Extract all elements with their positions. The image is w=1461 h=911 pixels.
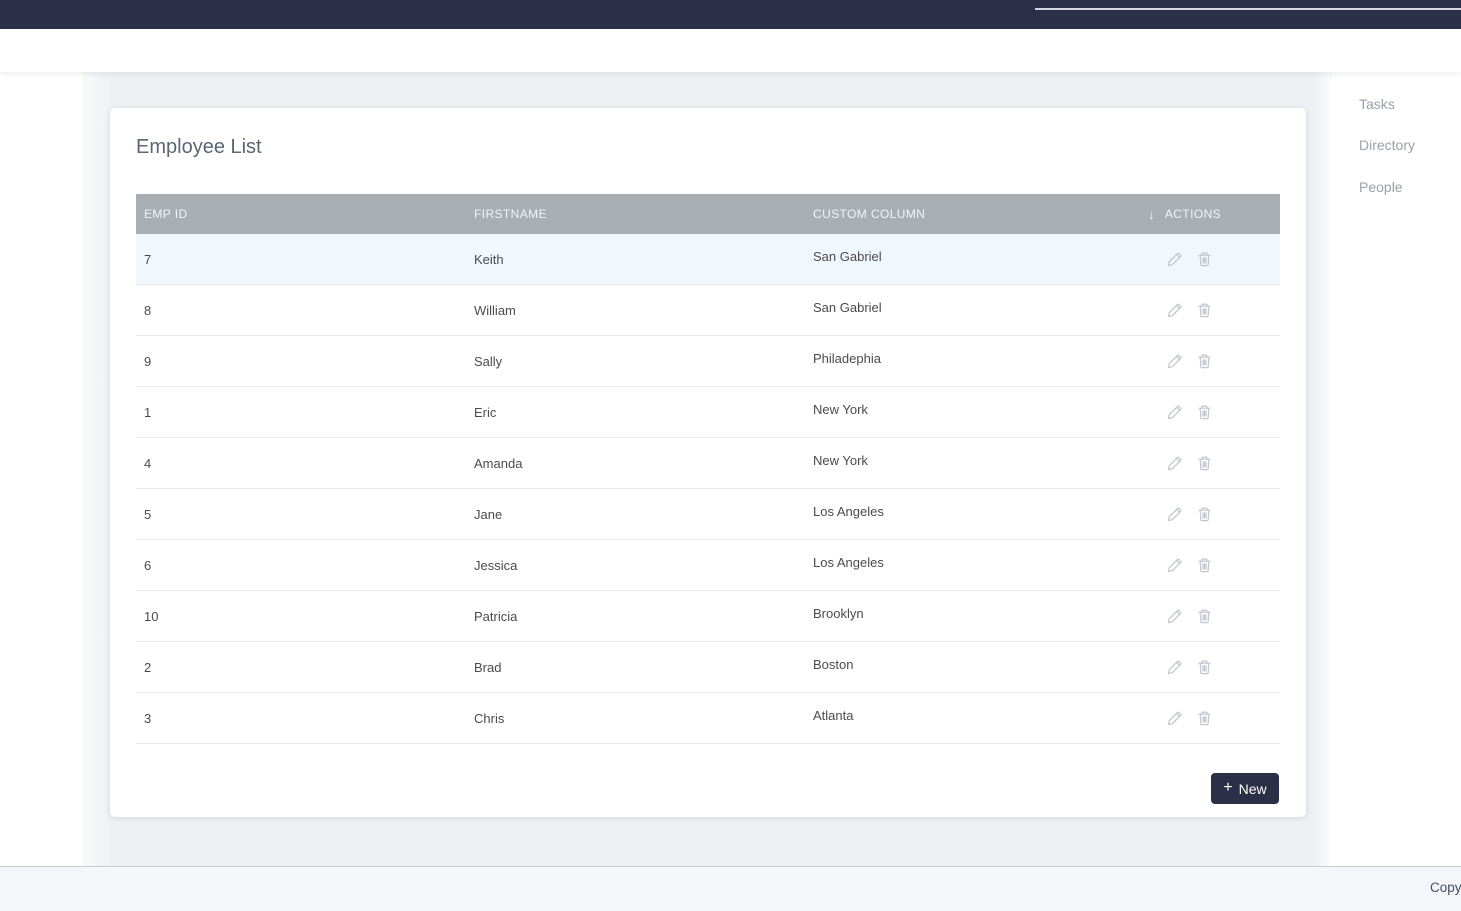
cell-firstname: Patricia	[466, 609, 805, 624]
cell-emp-id: 10	[136, 609, 466, 624]
cell-emp-id: 3	[136, 711, 466, 726]
table-row[interactable]: 3 Chris Atlanta	[136, 693, 1280, 744]
sidebar-item-tasks[interactable]: Tasks	[1359, 96, 1395, 112]
column-header-custom[interactable]: CUSTOM COLUMN	[805, 207, 1140, 221]
table-row[interactable]: 6 Jessica Los Angeles	[136, 540, 1280, 591]
active-tab-underline	[1035, 8, 1461, 10]
cell-actions	[1140, 659, 1280, 676]
sidebar-item-people[interactable]: People	[1359, 179, 1403, 195]
column-header-firstname[interactable]: FIRSTNAME	[466, 207, 805, 221]
table-body: 7 Keith San Gabriel	[136, 234, 1280, 744]
table-row[interactable]: 5 Jane Los Angeles	[136, 489, 1280, 540]
plus-icon: +	[1223, 779, 1232, 797]
edit-pencil-icon[interactable]	[1166, 404, 1183, 421]
cell-firstname: Keith	[466, 252, 805, 267]
right-sidebar: Tasks Directory People	[1332, 72, 1461, 866]
cell-firstname: Jane	[466, 507, 805, 522]
cell-custom-column: New York	[805, 456, 1140, 471]
cell-emp-id: 7	[136, 252, 466, 267]
delete-trash-icon[interactable]	[1196, 710, 1213, 727]
cell-actions	[1140, 506, 1280, 523]
edit-pencil-icon[interactable]	[1166, 608, 1183, 625]
app-screen: Tasks Directory People Employee List EMP…	[0, 0, 1461, 911]
table-row[interactable]: 10 Patricia Brooklyn	[136, 591, 1280, 642]
cell-custom-column: Atlanta	[805, 711, 1140, 726]
cell-custom-column: San Gabriel	[805, 303, 1140, 318]
app-bar	[0, 29, 1461, 72]
delete-trash-icon[interactable]	[1196, 659, 1213, 676]
cell-emp-id: 4	[136, 456, 466, 471]
cell-custom-column: Philadephia	[805, 354, 1140, 369]
cell-actions	[1140, 710, 1280, 727]
edit-pencil-icon[interactable]	[1166, 302, 1183, 319]
edit-pencil-icon[interactable]	[1166, 506, 1183, 523]
table-row[interactable]: 8 William San Gabriel	[136, 285, 1280, 336]
cell-firstname: Chris	[466, 711, 805, 726]
table-row[interactable]: 7 Keith San Gabriel	[136, 234, 1280, 285]
cell-custom-column: Brooklyn	[805, 609, 1140, 624]
cell-actions	[1140, 302, 1280, 319]
delete-trash-icon[interactable]	[1196, 557, 1213, 574]
delete-trash-icon[interactable]	[1196, 302, 1213, 319]
cell-emp-id: 8	[136, 303, 466, 318]
table-row[interactable]: 9 Sally Philadephia	[136, 336, 1280, 387]
cell-custom-column: Los Angeles	[805, 558, 1140, 573]
edit-pencil-icon[interactable]	[1166, 251, 1183, 268]
cell-custom-column: San Gabriel	[805, 252, 1140, 267]
cell-emp-id: 5	[136, 507, 466, 522]
cell-custom-column: Boston	[805, 660, 1140, 675]
cell-actions	[1140, 455, 1280, 472]
page-title: Employee List	[136, 136, 262, 159]
table-header-row: EMP ID FIRSTNAME CUSTOM COLUMN ↓ ACTIONS	[136, 194, 1280, 234]
cell-actions	[1140, 353, 1280, 370]
table-row[interactable]: 2 Brad Boston	[136, 642, 1280, 693]
column-header-emp-id[interactable]: EMP ID	[136, 207, 466, 221]
cell-firstname: Sally	[466, 354, 805, 369]
cell-firstname: Jessica	[466, 558, 805, 573]
delete-trash-icon[interactable]	[1196, 506, 1213, 523]
footer: Copyr	[0, 866, 1461, 911]
new-button[interactable]: + New	[1211, 773, 1279, 804]
edit-pencil-icon[interactable]	[1166, 455, 1183, 472]
edit-pencil-icon[interactable]	[1166, 353, 1183, 370]
cell-custom-column: New York	[805, 405, 1140, 420]
table-row[interactable]: 1 Eric New York	[136, 387, 1280, 438]
cell-emp-id: 6	[136, 558, 466, 573]
delete-trash-icon[interactable]	[1196, 404, 1213, 421]
table-row[interactable]: 4 Amanda New York	[136, 438, 1280, 489]
cell-emp-id: 1	[136, 405, 466, 420]
cell-firstname: Amanda	[466, 456, 805, 471]
sidebar-item-directory[interactable]: Directory	[1359, 137, 1415, 153]
edit-pencil-icon[interactable]	[1166, 659, 1183, 676]
delete-trash-icon[interactable]	[1196, 353, 1213, 370]
sort-descending-icon[interactable]: ↓	[1148, 207, 1155, 222]
cell-firstname: Brad	[466, 660, 805, 675]
cell-emp-id: 9	[136, 354, 466, 369]
cell-custom-column: Los Angeles	[805, 507, 1140, 522]
delete-trash-icon[interactable]	[1196, 251, 1213, 268]
edit-pencil-icon[interactable]	[1166, 710, 1183, 727]
edit-pencil-icon[interactable]	[1166, 557, 1183, 574]
cell-actions	[1140, 608, 1280, 625]
column-header-actions-label: ACTIONS	[1165, 207, 1221, 221]
copyright-text: Copyr	[1430, 880, 1461, 895]
top-navbar	[0, 0, 1461, 29]
delete-trash-icon[interactable]	[1196, 608, 1213, 625]
column-header-actions[interactable]: ↓ ACTIONS	[1140, 207, 1280, 222]
new-button-label: New	[1239, 781, 1267, 797]
cell-emp-id: 2	[136, 660, 466, 675]
cell-actions	[1140, 251, 1280, 268]
employee-table: EMP ID FIRSTNAME CUSTOM COLUMN ↓ ACTIONS…	[136, 194, 1280, 744]
delete-trash-icon[interactable]	[1196, 455, 1213, 472]
cell-firstname: William	[466, 303, 805, 318]
employee-list-card: Employee List EMP ID FIRSTNAME CUSTOM CO…	[110, 108, 1306, 817]
cell-actions	[1140, 557, 1280, 574]
cell-firstname: Eric	[466, 405, 805, 420]
cell-actions	[1140, 404, 1280, 421]
